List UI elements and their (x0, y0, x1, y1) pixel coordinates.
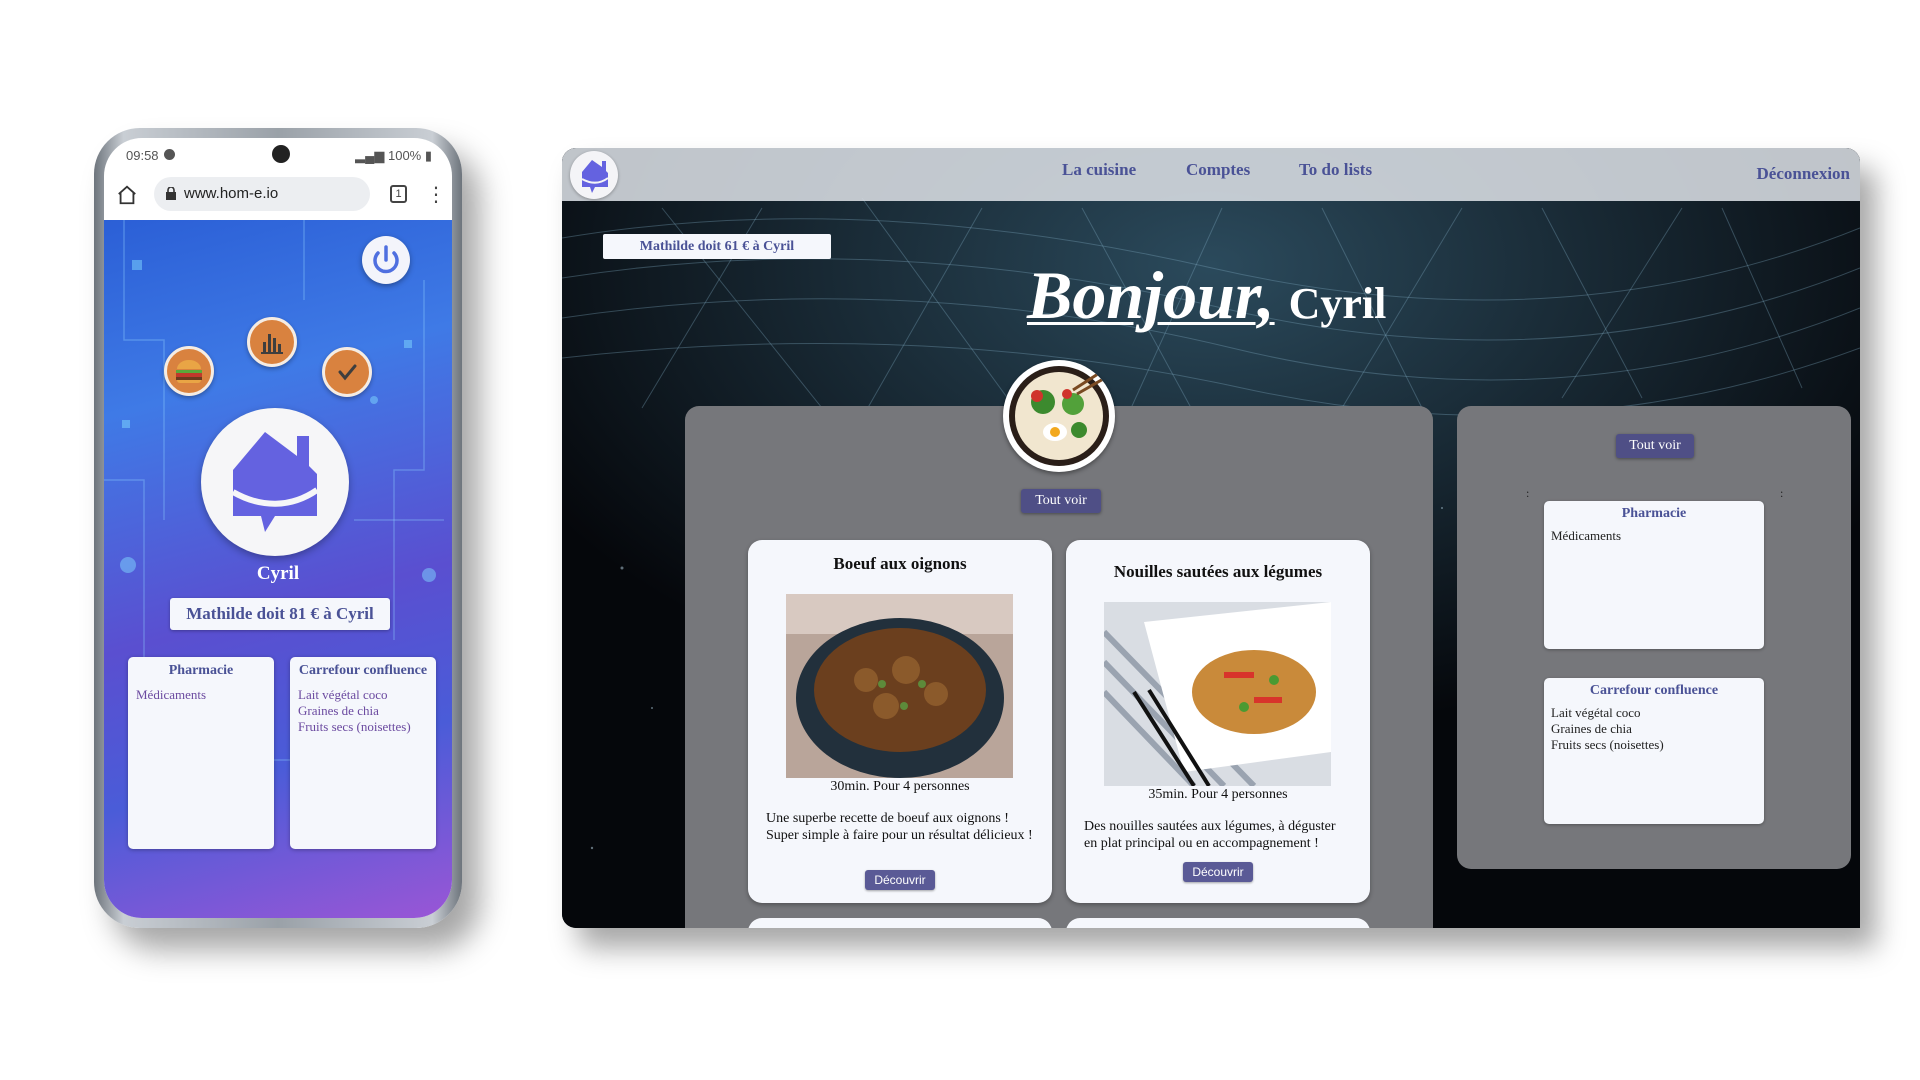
recipe-title: Boeuf aux oignons (833, 554, 967, 573)
todo-card-title: Carrefour confluence (1589, 683, 1719, 698)
user-name: Cyril (256, 563, 300, 584)
recipe-image (786, 594, 1013, 778)
todo-shortcut[interactable] (322, 347, 372, 397)
logout-power-button[interactable] (362, 236, 410, 284)
todo-card-carrefour[interactable]: Carrefour confluence Lait végétal coco G… (290, 657, 436, 849)
recipe-title: Nouilles sautées aux légumes (1113, 562, 1323, 581)
debt-banner: Mathilde doit 61 € à Cyril (603, 234, 831, 259)
ramen-bowl-icon (1009, 366, 1109, 466)
todo-card-title: Pharmacie (1621, 506, 1687, 521)
recipe-meta: 35min. Pour 4 personnes (1148, 787, 1288, 802)
logout-link[interactable]: Déconnexion (1757, 164, 1851, 184)
todo-item: Médicaments (136, 687, 207, 702)
status-battery: ▂▄▆ 100% ▮ (355, 148, 432, 164)
url-field[interactable]: www.hom-e.io (154, 177, 370, 211)
recipe-image (1104, 602, 1331, 786)
greeting: Bonjour, Cyril (1027, 256, 1386, 335)
nav-todo-lists[interactable]: To do lists (1299, 160, 1372, 180)
nav-accounts[interactable]: Comptes (1186, 160, 1250, 180)
todo-card-pharmacie[interactable]: Pharmacie Médicaments (128, 657, 274, 849)
recipe-description: Une superbe recette de boeuf aux oignons… (766, 811, 1033, 843)
browser-bar: www.hom-e.io 1 ⋮ (104, 170, 452, 220)
top-navbar: La cuisine Comptes To do lists Déconnexi… (562, 148, 1860, 201)
kitchen-bowl-image (1003, 360, 1115, 472)
todo-item: Médicaments (1551, 528, 1622, 543)
nav-logo[interactable] (570, 151, 618, 199)
todo-card-title: Pharmacie (168, 663, 234, 678)
debt-banner: Mathilde doit 81 € à Cyril (170, 598, 390, 630)
nav-kitchen[interactable]: La cuisine (1062, 160, 1136, 180)
greeting-word: Bonjour, (1027, 257, 1275, 333)
list-dot: : (1526, 486, 1530, 500)
kitchen-see-all-button[interactable]: Tout voir (1021, 489, 1101, 513)
recipe-card-next[interactable] (1066, 918, 1370, 928)
signal-icon: ▂▄▆ (355, 148, 388, 163)
phone-mockup: 09:58 ▂▄▆ 100% ▮ www.hom-e.io 1 ⋮ Cyril … (94, 128, 462, 928)
house-logo-icon (231, 432, 319, 532)
todo-item: Fruits secs (noisettes) (1551, 737, 1664, 752)
battery-icon: ▮ (421, 148, 432, 163)
lock-icon (166, 187, 176, 200)
recipe-meta: 30min. Pour 4 personnes (830, 779, 970, 794)
recipe-card[interactable]: Nouilles sautées aux légumes 35min. Pour… (1066, 540, 1370, 903)
todo-item: Lait végétal coco (298, 687, 388, 702)
status-bar: 09:58 ▂▄▆ 100% ▮ (104, 138, 452, 170)
recipe-card-next[interactable] (748, 918, 1052, 928)
kitchen-shortcut[interactable] (164, 346, 214, 396)
burger-icon (176, 360, 202, 383)
list-dot: : (1780, 486, 1784, 500)
accounts-shortcut[interactable] (247, 317, 297, 367)
todo-card-pharmacie[interactable]: Pharmacie Médicaments (1544, 501, 1764, 649)
beef-onion-photo (786, 594, 1013, 778)
todo-item: Graines de chia (298, 703, 379, 718)
noodles-photo (1104, 602, 1331, 786)
phone-app-home: Cyril Mathilde doit 81 € à Cyril Pharmac… (104, 220, 452, 918)
camera-icon (272, 145, 290, 163)
bar-chart-icon (261, 334, 283, 354)
phone-screen: 09:58 ▂▄▆ 100% ▮ www.hom-e.io 1 ⋮ Cyril … (104, 138, 452, 918)
menu-icon[interactable]: ⋮ (426, 184, 446, 204)
discover-button[interactable]: Découvrir (1183, 862, 1253, 882)
home-icon[interactable] (116, 184, 138, 206)
todo-item: Fruits secs (noisettes) (298, 719, 411, 734)
app-logo (201, 408, 349, 556)
recipe-description: Des nouilles sautées aux légumes, à dégu… (1084, 819, 1336, 851)
todo-item: Graines de chia (1551, 721, 1632, 736)
house-logo-icon (581, 160, 609, 193)
battery-text: 100% (387, 148, 422, 163)
tabs-icon[interactable]: 1 (390, 185, 407, 203)
todo-see-all-button[interactable]: Tout voir (1616, 434, 1694, 458)
notification-icon (164, 149, 175, 160)
power-icon (373, 245, 399, 274)
user-name: Cyril (1288, 279, 1387, 328)
recipe-card[interactable]: Boeuf aux oignons 30min. Pour 4 personne… (748, 540, 1052, 903)
todo-item: Lait végétal coco (1551, 705, 1641, 720)
todo-card-carrefour[interactable]: Carrefour confluence Lait végétal coco G… (1544, 678, 1764, 824)
status-time: 09:58 (126, 148, 159, 163)
url-text: www.hom-e.io (184, 185, 279, 202)
desktop-window: La cuisine Comptes To do lists Déconnexi… (562, 148, 1860, 928)
discover-button[interactable]: Découvrir (865, 870, 935, 890)
check-icon (338, 364, 357, 381)
todo-card-title: Carrefour confluence (298, 663, 428, 678)
